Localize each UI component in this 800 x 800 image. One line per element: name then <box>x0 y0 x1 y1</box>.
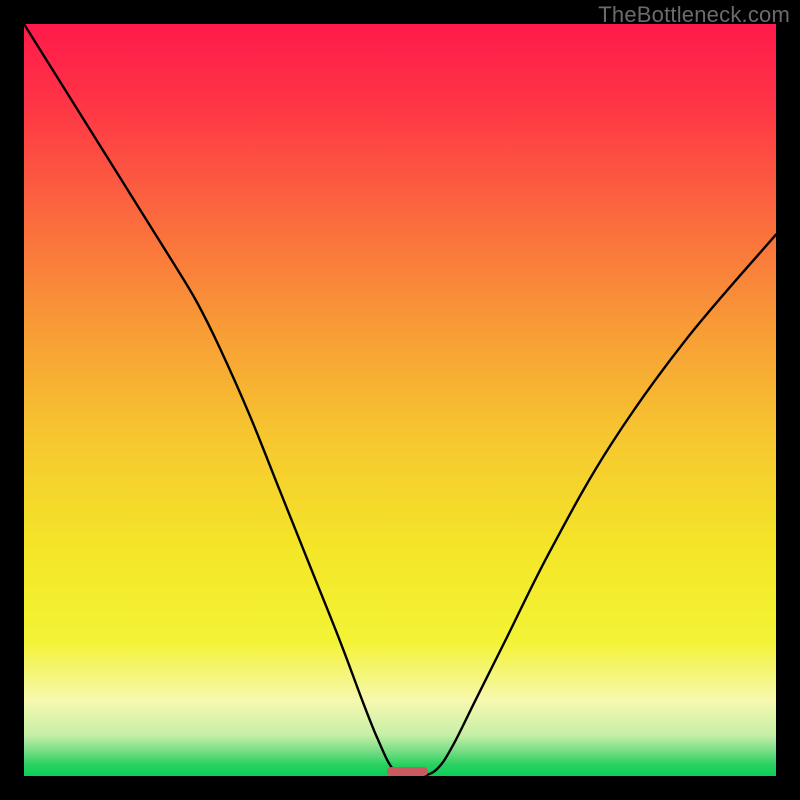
watermark-text: TheBottleneck.com <box>598 2 790 28</box>
plot-area <box>24 24 776 776</box>
chart-frame: TheBottleneck.com <box>0 0 800 800</box>
optimal-marker <box>24 24 776 776</box>
